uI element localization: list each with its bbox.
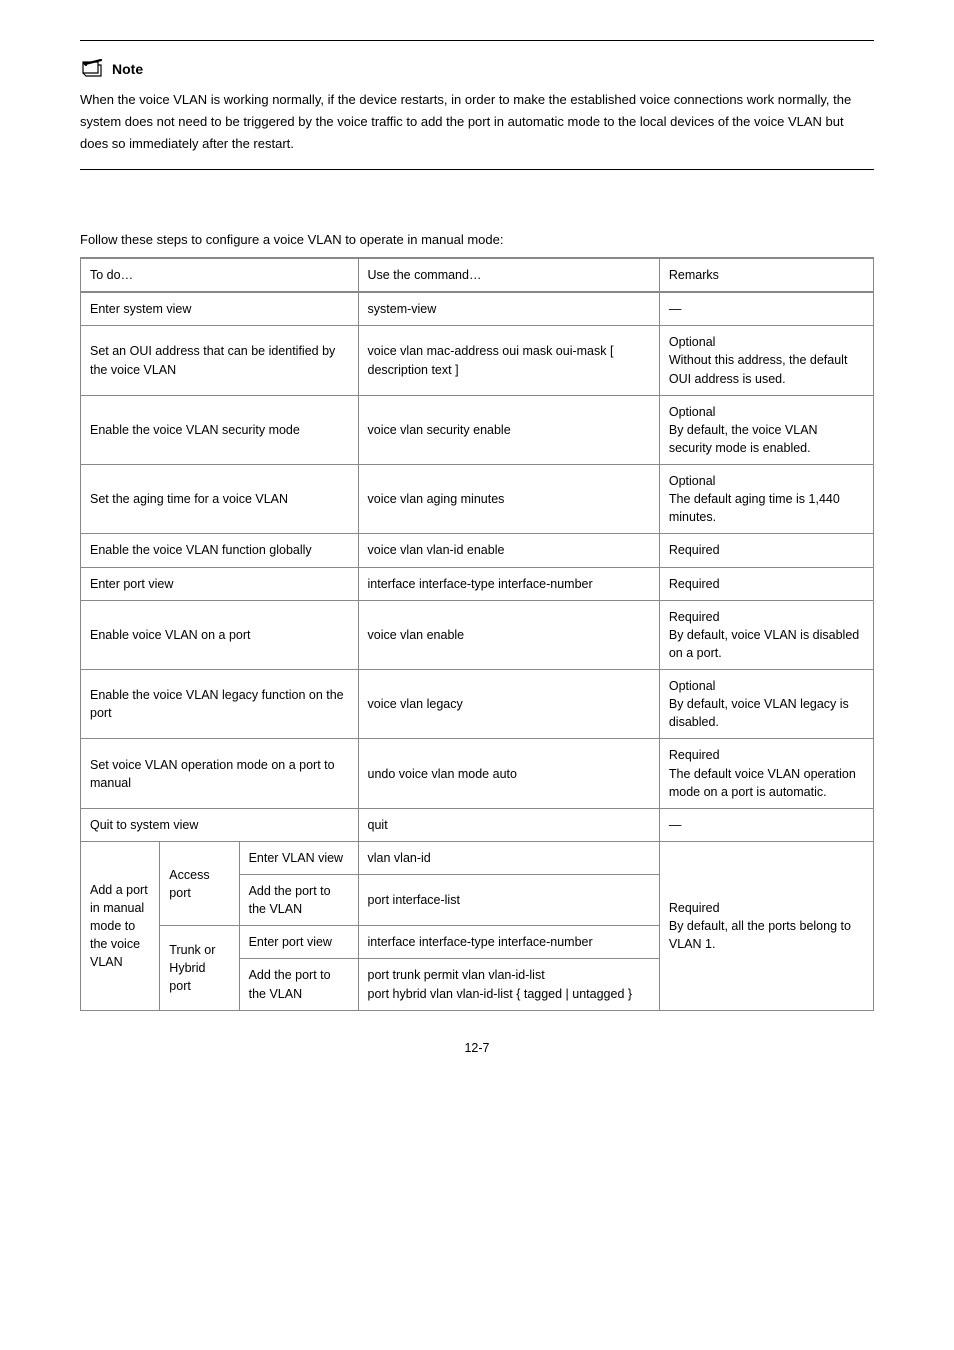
cell-rem: Required bbox=[659, 567, 873, 600]
note-body: When the voice VLAN is working normally,… bbox=[80, 89, 874, 155]
table-row: Enable the voice VLAN security mode voic… bbox=[81, 395, 874, 464]
cell-rem: — bbox=[659, 292, 873, 326]
table-caption: Follow these steps to configure a voice … bbox=[80, 230, 874, 251]
cell-todo: Enable the voice VLAN function globally bbox=[81, 534, 359, 567]
page-number: 12-7 bbox=[80, 1041, 874, 1055]
table-row: Set an OUI address that can be identifie… bbox=[81, 326, 874, 395]
table-row: Add a port in manual mode to the voice V… bbox=[81, 841, 874, 874]
table-row: Set voice VLAN operation mode on a port … bbox=[81, 739, 874, 808]
cell-subtodo: Add the port to the VLAN bbox=[239, 959, 358, 1010]
cell-use: voice vlan mac-address oui mask oui-mask… bbox=[358, 326, 659, 395]
table-header-row: To do… Use the command… Remarks bbox=[81, 258, 874, 292]
cell-use: system-view bbox=[358, 292, 659, 326]
cell-use: port trunk permit vlan vlan-id-listport … bbox=[358, 959, 659, 1010]
cell-rem: RequiredBy default, voice VLAN is disabl… bbox=[659, 600, 873, 669]
cell-todo: Quit to system view bbox=[81, 808, 359, 841]
config-table: To do… Use the command… Remarks Enter sy… bbox=[80, 257, 874, 1011]
cell-rem: OptionalBy default, voice VLAN legacy is… bbox=[659, 670, 873, 739]
cell-rem: RequiredThe default voice VLAN operation… bbox=[659, 739, 873, 808]
cell-use: voice vlan enable bbox=[358, 600, 659, 669]
cell-todo: Set voice VLAN operation mode on a port … bbox=[81, 739, 359, 808]
table-row: Set the aging time for a voice VLAN voic… bbox=[81, 465, 874, 534]
cell-use: interface interface-type interface-numbe… bbox=[358, 926, 659, 959]
note-label: Note bbox=[112, 61, 143, 77]
cell-todo: Enter system view bbox=[81, 292, 359, 326]
table-row: Enable the voice VLAN legacy function on… bbox=[81, 670, 874, 739]
cell-use: interface interface-type interface-numbe… bbox=[358, 567, 659, 600]
bottom-rule bbox=[80, 169, 874, 170]
table-row: Enable voice VLAN on a port voice vlan e… bbox=[81, 600, 874, 669]
cell-port-type: Access port bbox=[160, 841, 239, 925]
cell-group-todo: Add a port in manual mode to the voice V… bbox=[81, 841, 160, 1010]
table-row: Quit to system view quit — bbox=[81, 808, 874, 841]
table-row: Enter port view interface interface-type… bbox=[81, 567, 874, 600]
cell-rem: RequiredBy default, all the ports belong… bbox=[659, 841, 873, 1010]
col-header-todo: To do… bbox=[81, 258, 359, 292]
cell-todo: Set an OUI address that can be identifie… bbox=[81, 326, 359, 395]
cell-use: port interface-list bbox=[358, 875, 659, 926]
cell-use: quit bbox=[358, 808, 659, 841]
note-heading: Note bbox=[80, 59, 874, 79]
cell-use: voice vlan security enable bbox=[358, 395, 659, 464]
cell-rem: OptionalWithout this address, the defaul… bbox=[659, 326, 873, 395]
cell-todo: Enable the voice VLAN security mode bbox=[81, 395, 359, 464]
cell-todo: Enable the voice VLAN legacy function on… bbox=[81, 670, 359, 739]
cell-todo: Set the aging time for a voice VLAN bbox=[81, 465, 359, 534]
col-header-use: Use the command… bbox=[358, 258, 659, 292]
cell-rem: Required bbox=[659, 534, 873, 567]
cell-use: vlan vlan-id bbox=[358, 841, 659, 874]
cell-subtodo: Enter port view bbox=[239, 926, 358, 959]
col-header-remarks: Remarks bbox=[659, 258, 873, 292]
note-icon bbox=[80, 59, 106, 79]
table-row: Enter system view system-view — bbox=[81, 292, 874, 326]
cell-use: undo voice vlan mode auto bbox=[358, 739, 659, 808]
cell-rem: OptionalBy default, the voice VLAN secur… bbox=[659, 395, 873, 464]
cell-use: voice vlan aging minutes bbox=[358, 465, 659, 534]
cell-subtodo: Add the port to the VLAN bbox=[239, 875, 358, 926]
top-rule bbox=[80, 40, 874, 41]
cell-subtodo: Enter VLAN view bbox=[239, 841, 358, 874]
cell-todo: Enter port view bbox=[81, 567, 359, 600]
cell-use: voice vlan legacy bbox=[358, 670, 659, 739]
cell-port-type: Trunk or Hybrid port bbox=[160, 926, 239, 1010]
table-row: Enable the voice VLAN function globally … bbox=[81, 534, 874, 567]
cell-use: voice vlan vlan-id enable bbox=[358, 534, 659, 567]
cell-todo: Enable voice VLAN on a port bbox=[81, 600, 359, 669]
cell-rem: — bbox=[659, 808, 873, 841]
cell-rem: OptionalThe default aging time is 1,440 … bbox=[659, 465, 873, 534]
